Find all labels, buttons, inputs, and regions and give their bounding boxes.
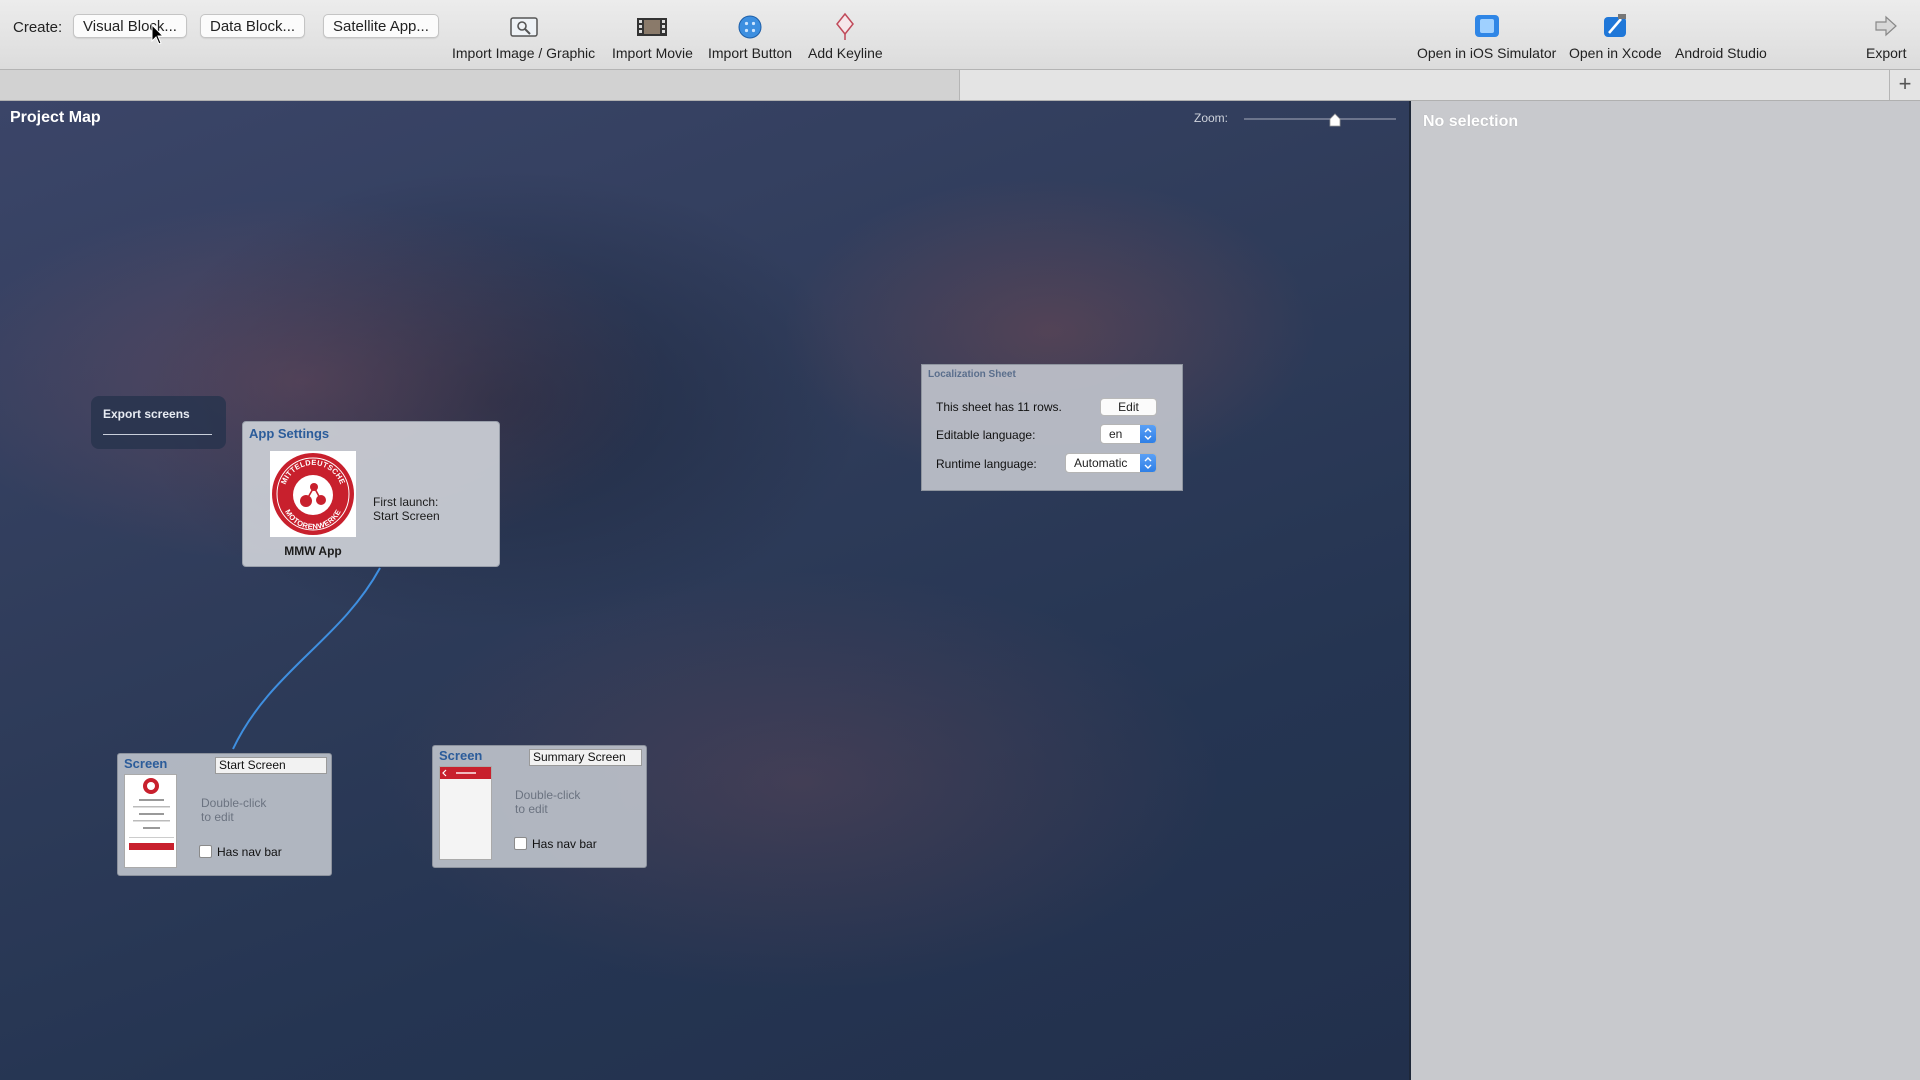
edit-sheet-button[interactable]: Edit — [1100, 398, 1157, 416]
localization-sheet-node[interactable]: Localization Sheet This sheet has 11 row… — [921, 364, 1183, 491]
mmw-logo-icon: MITTELDEUTSCHE MOTORENWERKE — [272, 453, 354, 535]
export-arrow-icon — [1875, 15, 1898, 37]
checkbox-unchecked-icon[interactable] — [514, 837, 527, 850]
app-settings-node[interactable]: App Settings MITTELDEUTSCHE MOTORENWERKE — [242, 421, 500, 567]
inspector-title: No selection — [1423, 113, 1519, 130]
import-button-tool[interactable]: Import Button — [708, 12, 792, 61]
simulator-icon — [1474, 15, 1499, 37]
image-icon — [509, 17, 538, 37]
import-movie-tool[interactable]: Import Movie — [612, 12, 693, 61]
tab-project-map[interactable] — [0, 70, 960, 100]
tab-strip: + — [0, 70, 1920, 101]
screen-node-start[interactable]: Screen Start Screen Double-click to edit… — [117, 753, 332, 876]
first-launch-info: First launch: Start Screen — [373, 495, 440, 523]
xcode-icon — [1604, 14, 1627, 37]
export-screens-node[interactable]: Export screens — [91, 396, 226, 449]
add-tab-button[interactable]: + — [1889, 70, 1920, 100]
film-icon — [637, 18, 668, 36]
app-settings-title: App Settings — [249, 426, 330, 441]
satellite-app-button[interactable]: Satellite App... — [323, 14, 439, 38]
app-name: MMW App — [284, 544, 342, 558]
export-screens-title: Export screens — [103, 407, 190, 421]
data-block-button[interactable]: Data Block... — [200, 14, 306, 38]
export-screens-divider — [103, 434, 212, 435]
double-click-hint: Double-click to edit — [201, 796, 267, 824]
android-studio-tool[interactable]: Android Studio — [1675, 12, 1767, 61]
open-ios-simulator-tool[interactable]: Open in iOS Simulator — [1417, 12, 1556, 61]
runtime-language-select[interactable]: Automatic — [1065, 453, 1157, 473]
screen-type-label: Screen — [124, 756, 168, 771]
screen-name-field[interactable]: Start Screen — [215, 757, 327, 774]
export-tool[interactable]: Export — [1866, 12, 1906, 61]
checkbox-unchecked-icon[interactable] — [199, 845, 212, 858]
screen-thumbnail — [439, 766, 492, 860]
android-studio-icon — [1707, 12, 1735, 40]
app-icon-logo: MITTELDEUTSCHE MOTORENWERKE — [270, 451, 356, 537]
connection-line — [232, 567, 381, 750]
screen-type-label: Screen — [439, 748, 483, 763]
select-arrows-icon — [1140, 454, 1156, 472]
import-image-tool[interactable]: Import Image / Graphic — [452, 12, 595, 61]
mouse-cursor-icon — [151, 24, 165, 45]
sheet-rows-text: This sheet has 11 rows. — [936, 400, 1062, 414]
project-map-canvas[interactable]: Project Map Zoom: Export screens App Set… — [0, 101, 1409, 1080]
visual-block-button[interactable]: Visual Block... — [73, 14, 187, 38]
screen-thumbnail — [124, 774, 177, 868]
open-xcode-tool[interactable]: Open in Xcode — [1569, 12, 1662, 61]
runtime-language-label: Runtime language: — [936, 457, 1037, 471]
double-click-hint: Double-click to edit — [515, 788, 581, 816]
localization-sheet-title: Localization Sheet — [928, 369, 1016, 380]
inspector-panel: No selection — [1409, 101, 1920, 1080]
editable-language-select[interactable]: en — [1100, 424, 1157, 444]
main-toolbar: Create: Visual Block... Data Block... Sa… — [0, 0, 1920, 70]
editable-language-label: Editable language: — [936, 428, 1036, 442]
keyline-icon — [836, 12, 855, 40]
button-icon — [738, 15, 762, 39]
add-keyline-tool[interactable]: Add Keyline — [808, 12, 883, 61]
has-nav-bar-checkbox[interactable]: Has nav bar — [514, 837, 597, 851]
screen-name-field[interactable]: Summary Screen — [529, 749, 642, 766]
screen-node-summary[interactable]: Screen Summary Screen Double-click to ed… — [432, 745, 647, 868]
has-nav-bar-checkbox[interactable]: Has nav bar — [199, 845, 282, 859]
create-label: Create: — [13, 19, 63, 36]
select-arrows-icon — [1140, 425, 1156, 443]
